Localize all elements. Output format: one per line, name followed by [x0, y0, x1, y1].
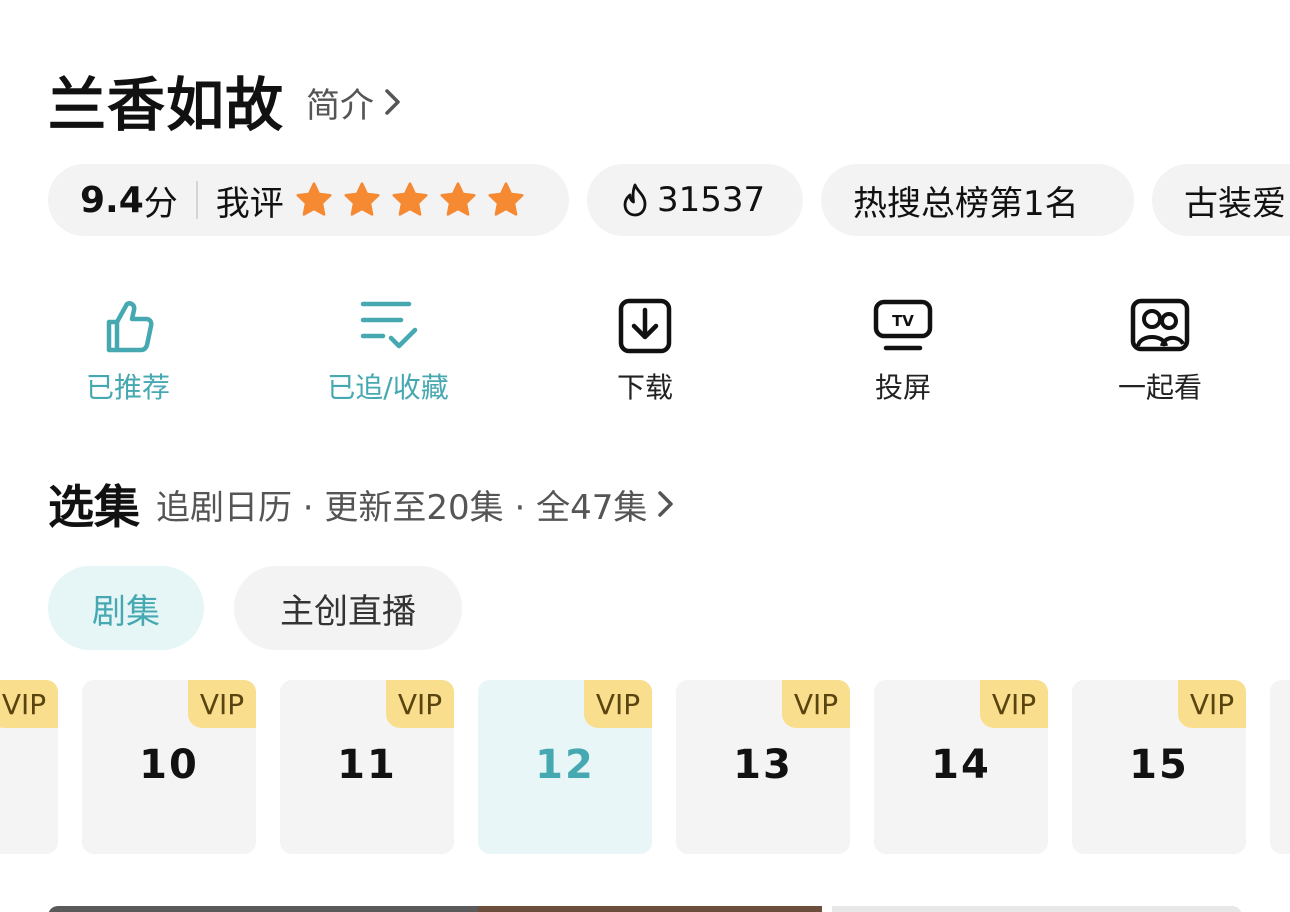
vip-badge: VIP — [386, 680, 454, 728]
episode-card-selected[interactable]: 12 VIP — [478, 680, 652, 854]
star-icon[interactable] — [390, 180, 430, 220]
vip-badge: VIP — [584, 680, 652, 728]
vip-badge: VIP — [0, 680, 58, 728]
episode-card[interactable]: VIP — [0, 680, 58, 854]
tag-divider — [195, 181, 198, 219]
flame-icon — [623, 183, 647, 217]
collect-label: 已追/收藏 — [327, 371, 449, 404]
episodes-meta: 追剧日历 · 更新至20集 · 全47集 — [156, 487, 648, 528]
episode-number: 12 — [535, 742, 595, 788]
episode-strip: VIP 10 VIP 11 VIP 12 VIP 13 VIP 14 VIP 1… — [0, 680, 1290, 854]
vip-badge: VIP — [782, 680, 850, 728]
cast-label: 投屏 — [874, 371, 931, 404]
download-button[interactable]: 下载 — [545, 296, 745, 406]
cast-button[interactable]: TV 投屏 — [803, 296, 1003, 406]
svg-text:TV: TV — [892, 312, 914, 330]
star-icon[interactable] — [486, 180, 526, 220]
watch-together-icon — [1130, 298, 1190, 352]
show-title: 兰香如故 — [48, 71, 285, 139]
episode-number: 14 — [931, 742, 991, 788]
chevron-right-icon — [658, 491, 674, 517]
thumbnail-peek — [478, 906, 822, 912]
title-row: 兰香如故 简介 — [48, 62, 402, 139]
download-icon — [618, 298, 672, 354]
recommend-label: 已推荐 — [85, 371, 170, 404]
download-label: 下载 — [616, 371, 673, 404]
chevron-right-icon — [385, 89, 400, 115]
tags-row: 9.4 分 我评 31537 热搜总榜第1名 古装爱 — [48, 164, 1290, 236]
episode-number: 11 — [337, 742, 397, 788]
heat-tag[interactable]: 31537 — [587, 164, 803, 236]
score-unit: 分 — [143, 183, 178, 224]
episodes-header: 选集 追剧日历 · 更新至20集 · 全47集 — [48, 474, 675, 534]
vip-badge: VIP — [1178, 680, 1246, 728]
intro-link[interactable]: 简介 — [306, 78, 402, 127]
score-value: 9.4 — [80, 179, 144, 221]
episode-card[interactable]: 10 VIP — [82, 680, 256, 854]
episodes-calendar-link[interactable]: 追剧日历 · 更新至20集 · 全47集 — [156, 480, 675, 529]
star-icon[interactable] — [294, 180, 334, 220]
episode-card-next[interactable] — [1270, 680, 1290, 854]
rating-tag[interactable]: 9.4 分 我评 — [48, 164, 569, 236]
recommend-button[interactable]: 已推荐 — [28, 296, 228, 406]
tab-creator-live[interactable]: 主创直播 — [234, 566, 462, 650]
rating-stars[interactable] — [294, 180, 534, 220]
watch-together-button[interactable]: 一起看 — [1060, 296, 1260, 406]
episode-number: 13 — [733, 742, 793, 788]
episode-number: 15 — [1129, 742, 1189, 788]
heat-value: 31537 — [657, 180, 766, 220]
collect-button[interactable]: 已追/收藏 — [288, 296, 488, 406]
intro-label: 简介 — [306, 85, 375, 126]
episode-tabs: 剧集 主创直播 — [48, 566, 492, 650]
star-icon[interactable] — [342, 180, 382, 220]
vip-badge: VIP — [980, 680, 1048, 728]
vip-badge: VIP — [188, 680, 256, 728]
episode-card[interactable]: 14 VIP — [874, 680, 1048, 854]
episode-card[interactable]: 13 VIP — [676, 680, 850, 854]
thumbnail-peek — [832, 906, 1242, 912]
episodes-title: 选集 — [48, 480, 140, 534]
genre-tag[interactable]: 古装爱 — [1152, 164, 1290, 236]
list-check-icon — [360, 301, 418, 349]
tv-cast-icon: TV — [873, 299, 933, 351]
episode-number: 10 — [139, 742, 199, 788]
hot-search-tag[interactable]: 热搜总榜第1名 — [821, 164, 1134, 236]
my-rating-label: 我评 — [215, 183, 284, 224]
episode-card[interactable]: 11 VIP — [280, 680, 454, 854]
hot-search-label: 热搜总榜第1名 — [853, 183, 1079, 224]
watch-together-label: 一起看 — [1117, 371, 1202, 404]
thumbs-up-icon — [106, 301, 154, 353]
genre-label: 古装爱 — [1184, 183, 1286, 224]
star-icon[interactable] — [438, 180, 478, 220]
tab-episodes[interactable]: 剧集 — [48, 566, 204, 650]
actions-row: 已推荐 已追/收藏 下载 TV 投屏 一起看 — [0, 296, 1290, 416]
thumbnail-peek — [48, 906, 478, 912]
episode-card[interactable]: 15 VIP — [1072, 680, 1246, 854]
